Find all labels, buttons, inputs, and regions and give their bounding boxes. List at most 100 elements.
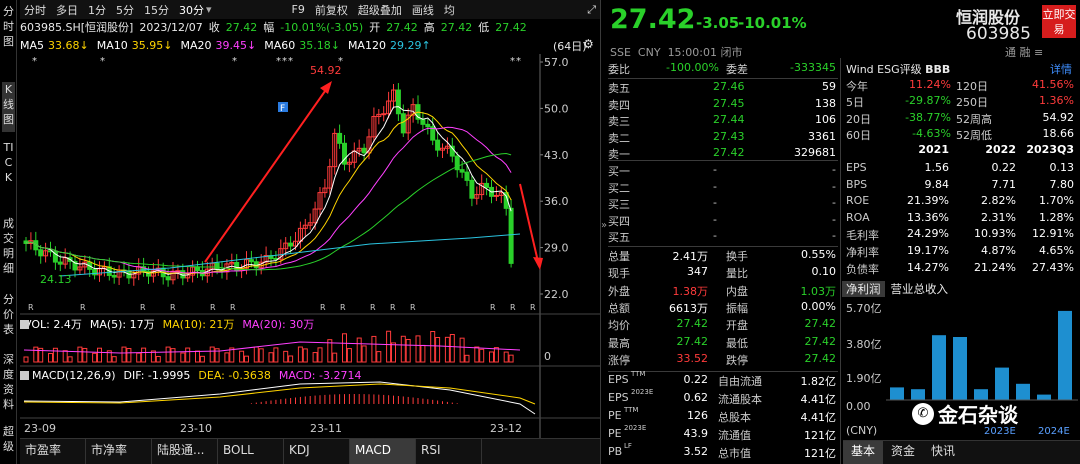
macd-legend-item: MACD: -3.2714	[279, 369, 362, 382]
volume-bar	[444, 336, 450, 363]
toolbar-item-2[interactable]: 1分	[88, 2, 106, 18]
fin-value: 13.36%	[907, 210, 949, 224]
volume-bar	[111, 356, 117, 363]
info-tab-0[interactable]: 基本	[843, 441, 884, 464]
volume-bar	[361, 345, 367, 363]
row-price: -	[713, 212, 717, 226]
r-marker: R	[510, 303, 516, 312]
kline-chart[interactable]: 57.050.043.036.029.022.0* * * * * * * * *54.9224…	[20, 54, 600, 438]
stat-label: 换手	[726, 250, 748, 263]
volume-bar	[415, 335, 421, 363]
ma-legend: MA5 33.68↓ MA10 35.95↓ MA20 39.45↓ MA60 35.18↓ M…	[20, 37, 600, 53]
candle-body	[38, 249, 44, 257]
row-volume: -	[832, 179, 836, 193]
volume-bar	[62, 350, 68, 363]
indicator-tab-2[interactable]: 陆股通...	[152, 439, 218, 464]
trade-now-button[interactable]: 立即交易	[1042, 5, 1076, 38]
toolbar-item-9[interactable]: 画线	[412, 2, 434, 18]
val-value: 0.62	[683, 391, 709, 404]
dif-line	[23, 381, 536, 415]
info-tab-2[interactable]: 快讯	[923, 441, 963, 464]
tab-revenue[interactable]: 营业总收入	[885, 281, 955, 297]
toolbar-item-5[interactable]: 30分	[179, 2, 204, 18]
annot-low: 24.13	[40, 273, 72, 286]
indicator-tab-0[interactable]: 市盈率	[20, 439, 86, 464]
view-tab-6[interactable]: 超级	[2, 424, 15, 464]
stock-code-big: 603985	[966, 24, 1031, 44]
indicator-tab-4[interactable]: KDJ	[284, 439, 350, 464]
row-price: 27.45	[713, 96, 745, 110]
val-value: 126	[687, 409, 708, 422]
valuation-stats: EPS TTM 0.22 自由流通 1.82亿 EPS 2023E 0.62 流通股本 4.41亿…	[608, 370, 840, 464]
volume-bar	[180, 352, 186, 363]
toolbar-item-6[interactable]: F9	[292, 3, 305, 16]
r-marker: R	[140, 303, 146, 312]
indicator-tab-1[interactable]: 市净率	[86, 439, 152, 464]
chart-toolbar: 分时 多日 1分 5分 15分 30分 ▾ F9 前复权 超级叠加 画线均 ⤢	[20, 0, 600, 19]
indicator-tab-3[interactable]: BOLL	[218, 439, 284, 464]
r-marker: R	[530, 303, 536, 312]
fin-value: 1.28%	[1039, 210, 1074, 224]
r-marker: R	[490, 303, 496, 312]
view-tab-2[interactable]: TICK	[2, 140, 15, 210]
indicator-tab-5[interactable]: MACD	[350, 439, 416, 464]
fin-value: 12.91%	[1032, 227, 1074, 241]
volume-bar	[268, 352, 274, 363]
vol-legend-item: VOL: 2.4万	[24, 318, 82, 331]
candle-body	[288, 242, 294, 247]
period-label[interactable]: (64日)	[553, 38, 587, 54]
event-star-icon: *	[232, 56, 237, 67]
toolbar-item-8[interactable]: 超级叠加	[358, 2, 402, 18]
event-star-icon: *	[516, 56, 521, 67]
volume-bar	[400, 335, 406, 363]
candle-body	[214, 262, 220, 270]
row-volume: 329681	[794, 146, 836, 159]
toolbar-item-3[interactable]: 5分	[116, 2, 134, 18]
indicator-tab-6[interactable]: RSI	[416, 439, 482, 464]
volume-bar	[155, 355, 161, 363]
fin-value: 7.71	[991, 177, 1017, 191]
expand-icon[interactable]: ⤢	[587, 3, 596, 17]
fin-label: 净利率	[846, 246, 879, 259]
info-tab-1[interactable]: 资金	[883, 441, 923, 464]
row-label: 卖三	[608, 115, 630, 128]
volume-bar	[23, 356, 29, 363]
view-tab-4[interactable]: 分价表	[2, 292, 15, 340]
stat-value: 1.38万	[672, 284, 709, 298]
view-tab-3[interactable]: 成交明细	[2, 216, 15, 280]
range-value: -10.01%(-3.05)	[280, 20, 364, 34]
financial-table: 2021 2022 2023Q3 EPS 1.56 0.22 0.13 BPS 9.84 7.71…	[846, 143, 1078, 279]
ma-value-0: 33.68↓	[48, 38, 89, 52]
row-label: 卖五	[608, 82, 630, 95]
tab-net-profit[interactable]: 净利润	[842, 281, 885, 297]
volume-bar	[346, 348, 352, 363]
row-label: 买三	[608, 198, 630, 211]
view-tab-0[interactable]: 分时图	[2, 4, 15, 66]
view-tab-5[interactable]: 深度资料	[2, 352, 15, 432]
toolbar-item-10[interactable]: 均	[444, 2, 455, 18]
fin-value: 0.13	[1049, 161, 1075, 174]
fin-value: 24.29%	[907, 227, 949, 241]
view-tab-1[interactable]: K线图	[2, 82, 15, 132]
ma-name-1: MA10	[96, 38, 128, 52]
volume-bar	[308, 354, 313, 362]
toolbar-item-0[interactable]: 分时	[24, 2, 46, 18]
toolbar-item-1[interactable]: 多日	[56, 2, 78, 18]
fin-label: 负债率	[846, 262, 879, 276]
volume-bar	[131, 353, 136, 362]
val-label-sup: TTM	[631, 370, 646, 378]
volume-bar	[489, 351, 494, 363]
volume-bar	[376, 351, 382, 363]
val-value: 121亿	[804, 429, 836, 442]
row-price: 27.46	[713, 80, 745, 93]
esg-detail-link[interactable]: 详情	[1050, 61, 1072, 77]
stat-value: 6613万	[669, 301, 708, 315]
fin-value: 4.87%	[981, 244, 1016, 257]
up-arrow	[204, 83, 331, 263]
toolbar-item-7[interactable]: 前复权	[315, 2, 348, 18]
settings-gear-icon[interactable]: ⚙	[583, 37, 594, 51]
collapse-arrow-icon[interactable]: »	[601, 220, 607, 231]
candle-body	[464, 171, 470, 181]
toolbar-item-4[interactable]: 15分	[144, 2, 169, 18]
volume-bar	[141, 347, 147, 363]
